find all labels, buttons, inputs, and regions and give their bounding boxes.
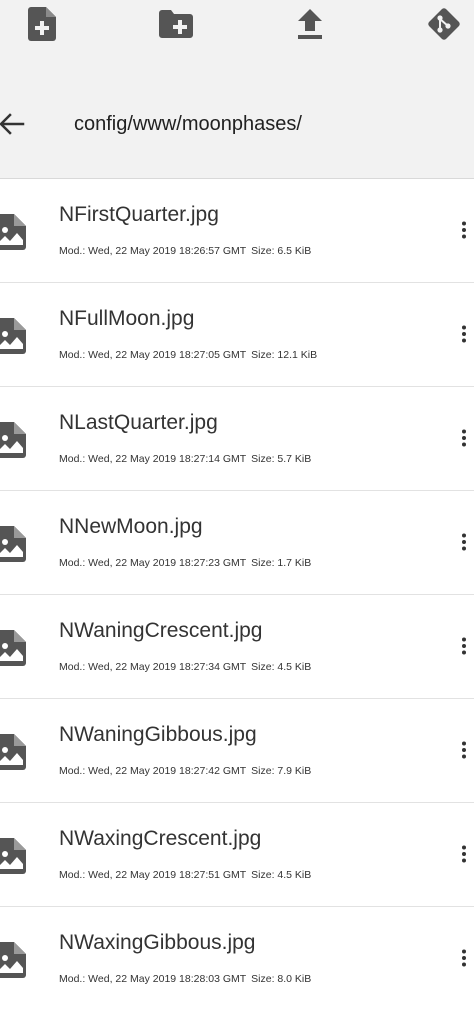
- file-meta: Mod.: Wed, 22 May 2019 18:27:34 GMT Size:…: [59, 661, 311, 673]
- file-meta: Mod.: Wed, 22 May 2019 18:27:14 GMT Size:…: [59, 453, 311, 465]
- new-file-icon: [28, 7, 56, 41]
- file-modified: Mod.: Wed, 22 May 2019 18:27:05 GMT: [59, 349, 247, 361]
- file-meta: Mod.: Wed, 22 May 2019 18:27:23 GMT Size:…: [59, 557, 311, 569]
- file-name: NLastQuarter.jpg: [59, 411, 218, 434]
- file-modified: Mod.: Wed, 22 May 2019 18:28:03 GMT: [59, 973, 247, 985]
- file-row[interactable]: NWaxingCrescent.jpg Mod.: Wed, 22 May 20…: [0, 803, 474, 907]
- back-button[interactable]: [0, 104, 32, 144]
- file-meta: Mod.: Wed, 22 May 2019 18:26:57 GMT Size:…: [59, 245, 311, 257]
- file-row[interactable]: NFirstQuarter.jpg Mod.: Wed, 22 May 2019…: [0, 179, 474, 283]
- file-size: Size: 12.1 KiB: [251, 349, 318, 361]
- more-vert-icon: [462, 221, 466, 239]
- file-modified: Mod.: Wed, 22 May 2019 18:27:42 GMT: [59, 765, 247, 777]
- file-name: NWaxingCrescent.jpg: [59, 827, 262, 850]
- more-options-button[interactable]: [454, 319, 474, 349]
- file-modified: Mod.: Wed, 22 May 2019 18:27:34 GMT: [59, 661, 247, 673]
- new-file-button[interactable]: [22, 4, 62, 44]
- file-size: Size: 8.0 KiB: [251, 973, 312, 985]
- image-file-icon: [0, 838, 26, 874]
- more-options-button[interactable]: [454, 943, 474, 973]
- file-size: Size: 4.5 KiB: [251, 661, 312, 673]
- upload-icon: [298, 9, 322, 39]
- image-file-icon: [0, 734, 26, 770]
- file-row[interactable]: NWaningCrescent.jpg Mod.: Wed, 22 May 20…: [0, 595, 474, 699]
- file-row[interactable]: NWaningGibbous.jpg Mod.: Wed, 22 May 201…: [0, 699, 474, 803]
- file-meta: Mod.: Wed, 22 May 2019 18:27:05 GMT Size:…: [59, 349, 317, 361]
- file-name: NWaningGibbous.jpg: [59, 723, 257, 746]
- more-options-button[interactable]: [454, 839, 474, 869]
- more-vert-icon: [462, 533, 466, 551]
- new-folder-icon: [159, 10, 193, 38]
- more-options-button[interactable]: [454, 735, 474, 765]
- file-size: Size: 7.9 KiB: [251, 765, 312, 777]
- more-vert-icon: [462, 741, 466, 759]
- file-row[interactable]: NNewMoon.jpg Mod.: Wed, 22 May 2019 18:2…: [0, 491, 474, 595]
- more-options-button[interactable]: [454, 631, 474, 661]
- file-name: NNewMoon.jpg: [59, 515, 203, 538]
- file-size: Size: 6.5 KiB: [251, 245, 312, 257]
- more-options-button[interactable]: [454, 215, 474, 245]
- more-vert-icon: [462, 845, 466, 863]
- header-bar: config/www/moonphases/: [0, 0, 474, 179]
- file-row[interactable]: NLastQuarter.jpg Mod.: Wed, 22 May 2019 …: [0, 387, 474, 491]
- image-file-icon: [0, 630, 26, 666]
- file-modified: Mod.: Wed, 22 May 2019 18:26:57 GMT: [59, 245, 247, 257]
- image-file-icon: [0, 318, 26, 354]
- more-vert-icon: [462, 325, 466, 343]
- file-size: Size: 5.7 KiB: [251, 453, 312, 465]
- file-modified: Mod.: Wed, 22 May 2019 18:27:14 GMT: [59, 453, 247, 465]
- more-vert-icon: [462, 429, 466, 447]
- more-vert-icon: [462, 949, 466, 967]
- file-name: NWaningCrescent.jpg: [59, 619, 263, 642]
- file-list: NFirstQuarter.jpg Mod.: Wed, 22 May 2019…: [0, 179, 474, 1010]
- file-modified: Mod.: Wed, 22 May 2019 18:27:23 GMT: [59, 557, 247, 569]
- more-options-button[interactable]: [454, 423, 474, 453]
- file-name: NFullMoon.jpg: [59, 307, 195, 330]
- current-path: config/www/moonphases/: [74, 113, 302, 135]
- image-file-icon: [0, 422, 26, 458]
- file-name: NWaxingGibbous.jpg: [59, 931, 256, 954]
- image-file-icon: [0, 526, 26, 562]
- back-arrow-icon: [0, 113, 25, 135]
- image-file-icon: [0, 942, 26, 978]
- file-size: Size: 4.5 KiB: [251, 869, 312, 881]
- file-meta: Mod.: Wed, 22 May 2019 18:27:51 GMT Size:…: [59, 869, 311, 881]
- file-name: NFirstQuarter.jpg: [59, 203, 219, 226]
- more-options-button[interactable]: [454, 527, 474, 557]
- file-meta: Mod.: Wed, 22 May 2019 18:28:03 GMT Size:…: [59, 973, 311, 985]
- file-meta: Mod.: Wed, 22 May 2019 18:27:42 GMT Size:…: [59, 765, 311, 777]
- file-row[interactable]: NFullMoon.jpg Mod.: Wed, 22 May 2019 18:…: [0, 283, 474, 387]
- file-row[interactable]: NWaxingGibbous.jpg Mod.: Wed, 22 May 201…: [0, 907, 474, 1010]
- git-button[interactable]: [424, 4, 464, 44]
- file-modified: Mod.: Wed, 22 May 2019 18:27:51 GMT: [59, 869, 247, 881]
- image-file-icon: [0, 214, 26, 250]
- file-browser: config/www/moonphases/ NFirstQuarter.jpg…: [0, 0, 474, 1010]
- file-size: Size: 1.7 KiB: [251, 557, 312, 569]
- git-icon: [428, 8, 460, 40]
- upload-button[interactable]: [290, 4, 330, 44]
- new-folder-button[interactable]: [156, 4, 196, 44]
- more-vert-icon: [462, 637, 466, 655]
